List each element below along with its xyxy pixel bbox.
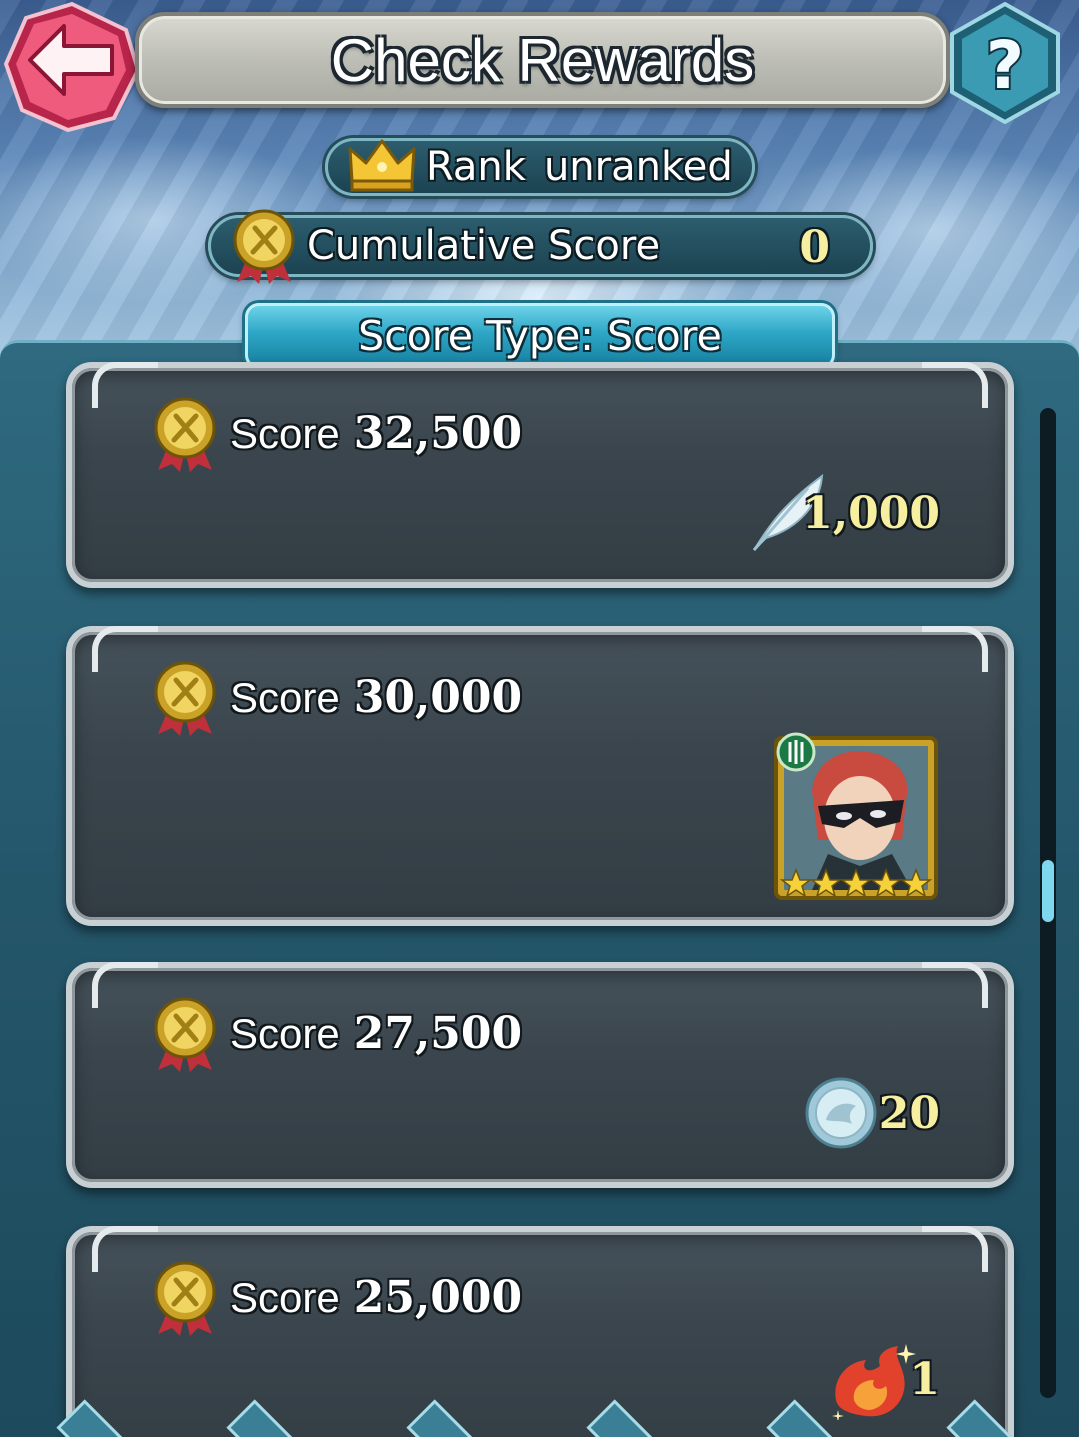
score-label: Score (230, 1274, 340, 1321)
crown-icon (348, 139, 416, 192)
score-label: Score (230, 410, 340, 457)
reward-threshold: Score 25,000 (230, 1272, 522, 1323)
medal-icon (233, 209, 295, 284)
cumulative-score-value: 0 (799, 222, 830, 273)
scrollbar[interactable] (1040, 408, 1056, 1398)
question-mark-icon: ? (950, 1, 1060, 125)
score-value: 25,000 (353, 1272, 523, 1323)
reward-quantity: 1,000 (802, 488, 940, 539)
page-title: Check Rewards (330, 26, 755, 94)
score-value: 27,500 (353, 1008, 523, 1059)
medal-icon (154, 997, 216, 1072)
score-value: 30,000 (353, 672, 523, 723)
medal-icon (154, 1261, 216, 1336)
scroll-thumb[interactable] (1042, 860, 1054, 922)
back-button[interactable] (2, 0, 142, 133)
reward-threshold: Score 32,500 (230, 408, 522, 459)
reward-card: Score 30,000 (66, 626, 1014, 926)
rank-value: unranked (543, 144, 733, 190)
cumulative-score-display: Cumulative Score 0 (208, 209, 873, 284)
reward-threshold: Score 30,000 (230, 672, 522, 723)
reward-card: Score 27,500 20 (66, 962, 1014, 1188)
medal-icon (154, 397, 216, 472)
medal-icon (154, 661, 216, 736)
sacred-coin-icon (805, 1077, 877, 1149)
arrow-left-icon (3, 1, 141, 133)
reward-quantity: 20 (878, 1088, 940, 1139)
score-value: 32,500 (353, 408, 523, 459)
rank-label: Rank (426, 144, 526, 190)
hero-portrait-icon[interactable] (772, 730, 942, 902)
title-banner: Check Rewards (135, 12, 950, 108)
score-label: Score (230, 1010, 340, 1057)
score-label: Score (230, 674, 340, 721)
reward-threshold: Score 27,500 (230, 1008, 522, 1059)
reward-card: Score 25,000 1 (66, 1226, 1014, 1437)
score-type-tab[interactable]: Score Type: Score (245, 303, 835, 369)
reward-card: Score 32,500 1,000 (66, 362, 1014, 588)
flame-crest-icon (832, 1344, 916, 1420)
reward-quantity: 1 (909, 1354, 940, 1405)
cumulative-score-label: Cumulative Score (307, 223, 661, 269)
svg-text:?: ? (986, 27, 1024, 104)
help-button[interactable]: ? (948, 1, 1062, 125)
rank-display: Rank unranked (325, 138, 755, 196)
score-type-label: Score Type: Score (358, 312, 722, 360)
